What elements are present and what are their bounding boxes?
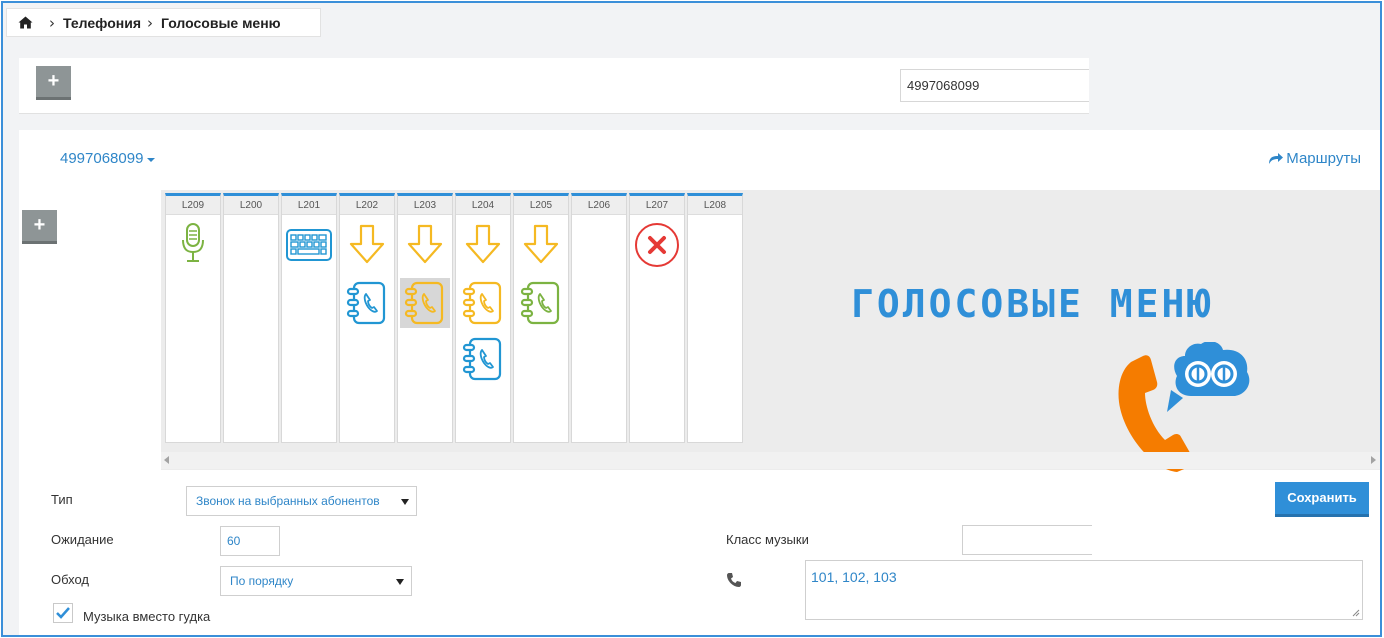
add-number-button[interactable]: + xyxy=(36,66,71,100)
phonebook-icon[interactable] xyxy=(400,278,450,328)
phonebook-icon[interactable] xyxy=(516,278,566,328)
share-arrow-icon xyxy=(1269,153,1284,164)
scroll-right-arrow-icon[interactable] xyxy=(1371,456,1376,464)
order-select[interactable]: По порядку xyxy=(220,566,412,596)
type-label: Тип xyxy=(51,492,73,507)
level-label: L206 xyxy=(572,196,626,215)
music-class-label: Класс музыки xyxy=(726,532,809,547)
down-arrow-icon[interactable] xyxy=(400,220,450,270)
check-icon xyxy=(56,607,70,619)
numbers-textarea[interactable]: 101, 102, 103 xyxy=(805,560,1363,620)
routes-link-label: Маршруты xyxy=(1286,150,1361,167)
level-column-l206[interactable]: L206 xyxy=(571,193,627,443)
level-column-l204[interactable]: L204 xyxy=(455,193,511,443)
level-label: L208 xyxy=(688,196,742,215)
select-arrow-icon xyxy=(396,579,404,585)
wait-label: Ожидание xyxy=(51,532,114,547)
levels-grid: L209 L200 L201 L202 L203 L204 L205 L206 … xyxy=(161,190,1380,472)
music-class-input[interactable] xyxy=(962,525,1092,555)
level-label: L204 xyxy=(456,196,510,215)
microphone-icon[interactable] xyxy=(168,220,218,270)
type-select[interactable]: Звонок на выбранных абонентов xyxy=(186,486,417,516)
keyboard-icon[interactable] xyxy=(284,220,334,270)
level-label: L202 xyxy=(340,196,394,215)
number-dropdown[interactable]: 4997068099 xyxy=(60,150,156,167)
phone-icon xyxy=(726,572,742,591)
music-checkbox[interactable] xyxy=(53,603,73,623)
order-select-value: По порядку xyxy=(230,574,294,588)
level-column-l202[interactable]: L202 xyxy=(339,193,395,443)
level-column-l205[interactable]: L205 xyxy=(513,193,569,443)
level-column-l208[interactable]: L208 xyxy=(687,193,743,443)
type-select-value: Звонок на выбранных абонентов xyxy=(196,494,380,508)
phonebook-icon[interactable] xyxy=(458,278,508,328)
level-column-l200[interactable]: L200 xyxy=(223,193,279,443)
caret-down-icon xyxy=(147,157,156,162)
wait-input[interactable]: 60 xyxy=(220,526,280,556)
level-label: L200 xyxy=(224,196,278,215)
order-label: Обход xyxy=(51,572,90,587)
top-toolbar: + xyxy=(19,58,1089,114)
level-label: L209 xyxy=(166,196,220,215)
number-dropdown-label: 4997068099 xyxy=(60,150,144,167)
number-search-input[interactable] xyxy=(900,69,1089,102)
level-label: L201 xyxy=(282,196,336,215)
level-column-l201[interactable]: L201 xyxy=(281,193,337,443)
level-column-l207[interactable]: L207 xyxy=(629,193,685,443)
numbers-textarea-value: 101, 102, 103 xyxy=(811,569,897,585)
down-arrow-icon[interactable] xyxy=(516,220,566,270)
voice-menu-logo-text: ГОЛОСОВЫЕ МЕНЮ xyxy=(851,282,1214,326)
select-arrow-icon xyxy=(401,499,409,505)
close-circle-icon[interactable] xyxy=(632,220,682,270)
levels-scrollbar[interactable] xyxy=(161,452,1380,469)
save-button[interactable]: Сохранить xyxy=(1275,482,1369,517)
breadcrumb: › Телефония › Голосовые меню xyxy=(6,8,321,37)
level-label: L203 xyxy=(398,196,452,215)
app-frame: › Телефония › Голосовые меню + 499706809… xyxy=(1,1,1382,637)
resize-handle-icon[interactable] xyxy=(1352,609,1360,617)
music-checkbox-label: Музыка вместо гудка xyxy=(83,609,211,624)
down-arrow-icon[interactable] xyxy=(458,220,508,270)
chevron-right-icon: › xyxy=(49,13,55,32)
breadcrumb-telephony[interactable]: Телефония xyxy=(63,15,141,31)
level-label: L205 xyxy=(514,196,568,215)
phonebook-icon[interactable] xyxy=(458,334,508,384)
chevron-right-icon: › xyxy=(146,13,153,32)
level-column-l209[interactable]: L209 xyxy=(165,193,221,443)
level-column-l203[interactable]: L203 xyxy=(397,193,453,443)
level-label: L207 xyxy=(630,196,684,215)
home-icon[interactable] xyxy=(7,9,43,36)
wait-input-value: 60 xyxy=(227,534,241,548)
breadcrumb-voice-menus: Голосовые меню xyxy=(160,14,281,31)
routes-link[interactable]: Маршруты xyxy=(1268,150,1361,167)
phonebook-icon[interactable] xyxy=(342,278,392,328)
scroll-left-arrow-icon[interactable] xyxy=(164,456,169,464)
add-level-button[interactable]: + xyxy=(22,210,57,244)
voice-menu-panel: 4997068099 Маршруты + L209 L200 L201 L20… xyxy=(19,130,1380,635)
down-arrow-icon[interactable] xyxy=(342,220,392,270)
